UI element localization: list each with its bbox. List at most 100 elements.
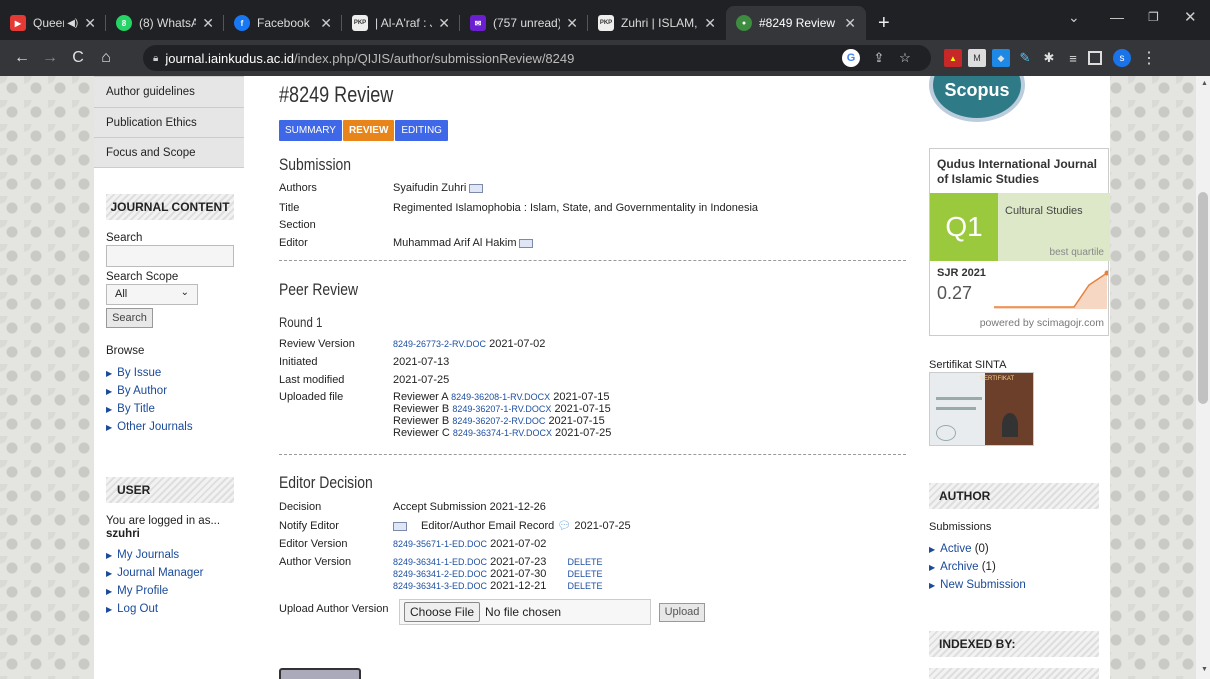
search-input[interactable] xyxy=(106,245,234,267)
tab-label: #8249 Review xyxy=(759,16,836,30)
reviewer-file-link[interactable]: 8249-36207-1-RV.DOCX xyxy=(452,404,551,414)
reviewer-file-link[interactable]: 8249-36207-2-RV.DOC xyxy=(452,416,545,426)
close-icon[interactable]: ✕ xyxy=(704,15,716,32)
scrollbar[interactable]: ▲ ▼ xyxy=(1196,76,1210,679)
review-version-file[interactable]: 8249-26773-2-RV.DOC xyxy=(393,339,486,349)
side-panel-icon[interactable] xyxy=(1088,51,1102,65)
extension-icon[interactable]: ✎ xyxy=(1016,49,1034,67)
username: szuhri xyxy=(106,528,140,540)
my-profile-link[interactable]: ▶ My Profile xyxy=(106,585,203,597)
menu-icon[interactable]: ⋮ xyxy=(1140,49,1158,67)
sinta-certificate-image[interactable]: SERTIFIKAT xyxy=(929,372,1034,446)
browse-by-issue[interactable]: ▶ By Issue xyxy=(106,367,193,379)
tab-summary[interactable]: SUMMARY xyxy=(279,120,342,141)
upload-button[interactable]: Upload xyxy=(659,603,705,622)
close-icon[interactable]: ✕ xyxy=(844,15,856,32)
extension-icon[interactable]: ▲ xyxy=(944,49,962,67)
browse-label: Browse xyxy=(106,345,145,357)
minimize-icon[interactable]: — xyxy=(1110,0,1124,34)
author-version-file[interactable]: 8249-36341-1-ED.DOC xyxy=(393,557,487,567)
close-icon[interactable]: ✕ xyxy=(84,15,96,32)
browser-tab[interactable]: PKP Zuhri | ISLAM, ✕ xyxy=(588,6,726,40)
search-scope-select[interactable]: All ⌄ xyxy=(106,284,198,305)
browser-tab[interactable]: 8 (8) WhatsApp ✕ xyxy=(106,6,224,40)
back-icon[interactable]: ← xyxy=(8,49,36,67)
active-submissions-link[interactable]: ▶ Active (0) xyxy=(929,543,1026,555)
puzzle-icon[interactable]: ✱ xyxy=(1040,49,1058,67)
email-icon[interactable] xyxy=(519,238,534,248)
submissions-label: Submissions xyxy=(929,521,992,533)
browse-by-title[interactable]: ▶ By Title xyxy=(106,403,193,415)
browse-by-author[interactable]: ▶ By Author xyxy=(106,385,193,397)
reviewer-file-link[interactable]: 8249-36374-1-RV.DOCX xyxy=(453,428,552,438)
google-icon[interactable]: G xyxy=(842,49,860,67)
file-input[interactable]: Choose File No file chosen xyxy=(399,599,651,625)
author-name: Syaifudin Zuhri xyxy=(393,182,467,194)
email-icon[interactable] xyxy=(393,521,407,531)
extension-icon[interactable]: M xyxy=(968,49,986,67)
link-publication-ethics[interactable]: Publication Ethics xyxy=(94,108,244,138)
my-journals-link[interactable]: ▶ My Journals xyxy=(106,549,203,561)
author-version-file[interactable]: 8249-36341-3-ED.DOC xyxy=(393,581,487,591)
comment-icon[interactable]: 💬︎ xyxy=(557,520,571,532)
close-window-icon[interactable]: ✕ xyxy=(1184,0,1197,34)
sjr-journal-name: Qudus International Journal of Islamic S… xyxy=(937,157,1098,186)
cc-license-badge[interactable] xyxy=(279,668,361,679)
uploaded-file-label: Uploaded file xyxy=(279,391,344,403)
reload-icon[interactable]: C xyxy=(64,49,92,67)
browser-tab[interactable]: f Facebook ✕ xyxy=(224,6,342,40)
browse-other-journals[interactable]: ▶ Other Journals xyxy=(106,421,193,433)
scroll-down-icon[interactable]: ▼ xyxy=(1201,666,1208,673)
title-row: Title Regimented Islamophobia : Islam, St… xyxy=(279,202,759,214)
extension-icon[interactable]: ◆ xyxy=(992,49,1010,67)
close-icon[interactable]: ✕ xyxy=(202,15,214,32)
email-icon[interactable] xyxy=(469,183,484,193)
search-button[interactable]: Search xyxy=(106,308,153,328)
author-version-file[interactable]: 8249-36341-2-ED.DOC xyxy=(393,569,487,579)
scroll-up-icon[interactable]: ▲ xyxy=(1201,80,1208,87)
sjr-widget[interactable]: Qudus International Journal of Islamic S… xyxy=(929,148,1110,336)
browser-tab-active[interactable]: ● #8249 Review ✕ xyxy=(726,6,866,40)
tab-review[interactable]: REVIEW xyxy=(342,120,395,141)
close-icon[interactable]: ✕ xyxy=(438,15,450,32)
share-icon[interactable]: ⇪ xyxy=(870,49,888,67)
choose-file-button[interactable]: Choose File xyxy=(404,602,481,622)
restore-icon[interactable]: ❐ xyxy=(1148,0,1159,34)
url-field[interactable]: 🔒︎ journal.iainkudus.ac.id/index.php/QIJ… xyxy=(143,45,931,71)
new-tab-button[interactable]: + xyxy=(866,6,902,40)
new-submission-link[interactable]: ▶ New Submission xyxy=(929,579,1026,591)
log-out-link[interactable]: ▶ Log Out xyxy=(106,603,203,615)
delete-link[interactable]: DELETE xyxy=(567,569,602,579)
facebook-icon: f xyxy=(234,15,250,31)
bookmark-star-icon[interactable]: ☆ xyxy=(896,49,914,67)
ojs-icon: ● xyxy=(736,15,752,31)
author-submissions-list: ▶ Active (0) ▶ Archive (1) ▶ New Submission xyxy=(929,537,1026,597)
home-icon[interactable]: ⌂ xyxy=(92,49,120,67)
browser-tab[interactable]: ▶ Queen - Fa ◀) ✕ xyxy=(0,6,106,40)
tab-label: Queen - Fa xyxy=(33,16,64,30)
chevron-down-icon: ⌄ xyxy=(180,287,189,298)
tab-bar: ▶ Queen - Fa ◀) ✕ 8 (8) WhatsApp ✕ f Fac… xyxy=(0,0,1210,40)
delete-link[interactable]: DELETE xyxy=(567,557,602,567)
tab-editing[interactable]: EDITING xyxy=(395,120,448,141)
close-icon[interactable]: ✕ xyxy=(566,15,578,32)
editor-version-file[interactable]: 8249-35671-1-ED.DOC xyxy=(393,539,487,549)
link-author-guidelines[interactable]: Author guidelines xyxy=(94,76,244,108)
reviewer-file-link[interactable]: 8249-36208-1-RV.DOCX xyxy=(451,392,550,402)
tab-search-icon[interactable]: ⌄ xyxy=(1068,0,1080,34)
close-icon[interactable]: ✕ xyxy=(320,15,332,32)
editor-version-row: Editor Version 8249-35671-1-ED.DOC 2021-0… xyxy=(279,538,547,550)
delete-link[interactable]: DELETE xyxy=(567,581,602,591)
archive-submissions-link[interactable]: ▶ Archive (1) xyxy=(929,561,1026,573)
journal-manager-link[interactable]: ▶ Journal Manager xyxy=(106,567,203,579)
scopus-logo[interactable]: Scopus xyxy=(929,76,1025,122)
divider xyxy=(279,454,906,455)
link-focus-scope[interactable]: Focus and Scope xyxy=(94,138,244,168)
scrollbar-thumb[interactable] xyxy=(1198,192,1208,404)
profile-avatar[interactable]: s xyxy=(1113,49,1131,67)
reading-list-icon[interactable]: ≡ xyxy=(1064,49,1082,67)
browser-tab[interactable]: PKP | Al-A'raf : Jurn ✕ xyxy=(342,6,460,40)
forward-icon[interactable]: → xyxy=(36,49,64,67)
browser-tab[interactable]: ✉ (757 unread) - ✕ xyxy=(460,6,588,40)
review-version-row: Review Version 8249-26773-2-RV.DOC 2021-0… xyxy=(279,338,546,350)
